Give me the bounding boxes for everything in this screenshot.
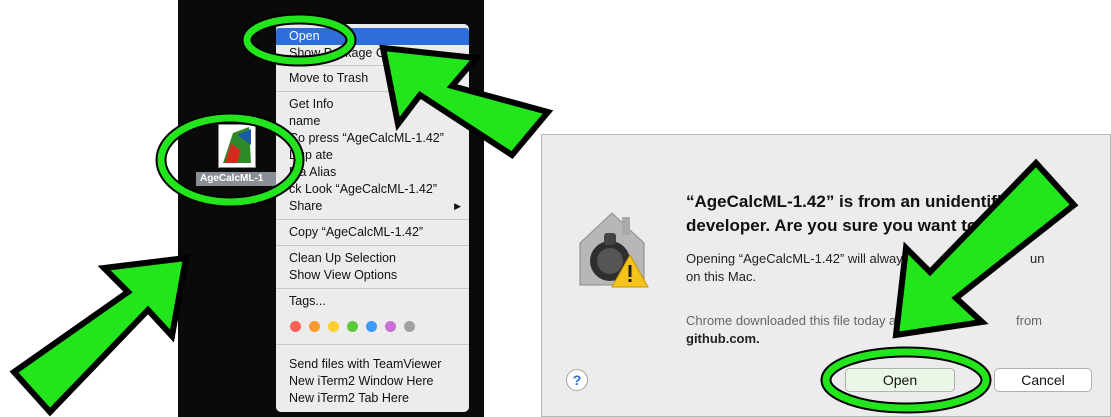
app-icon[interactable]	[218, 124, 256, 168]
pointer-arrow-icon	[9, 254, 190, 417]
tag-color-dot[interactable]	[309, 321, 320, 332]
tag-color-dot[interactable]	[404, 321, 415, 332]
dialog-message-line2: on this Mac.	[686, 269, 757, 284]
menu-item-make-alias[interactable]: Ma Alias	[276, 164, 469, 181]
gatekeeper-warning-icon	[572, 203, 652, 293]
menu-separator	[276, 288, 469, 289]
menu-item-quick-look[interactable]: ck Look “AgeCalcML-1.42”	[276, 181, 469, 198]
menu-item-share[interactable]: Share ▶	[276, 198, 469, 215]
dialog-download-line1-tail: from	[1016, 313, 1042, 328]
dialog-message-line1: Opening “AgeCalcML-1.42” will alway un	[686, 251, 1106, 266]
menu-item-new-iterm2-tab[interactable]: New iTerm2 Tab Here	[276, 390, 469, 407]
menu-item-share-label: Share	[289, 199, 323, 213]
tag-color-dot[interactable]	[290, 321, 301, 332]
tag-color-dot[interactable]	[385, 321, 396, 332]
dialog-download-line1-text: Chrome downloaded this file today a	[686, 313, 897, 328]
menu-separator	[276, 344, 469, 345]
menu-item-compress[interactable]: Co press “AgeCalcML-1.42”	[276, 130, 469, 147]
menu-item-duplicate[interactable]: Dup ate	[276, 147, 469, 164]
cancel-button[interactable]: Cancel	[994, 368, 1092, 392]
dialog-message-line1-text: Opening “AgeCalcML-1.42” will alway	[686, 251, 903, 266]
dialog-download-source: github.com.	[686, 331, 760, 346]
help-button[interactable]: ?	[566, 369, 588, 391]
menu-item-new-iterm2-window[interactable]: New iTerm2 Window Here	[276, 373, 469, 390]
menu-separator	[276, 91, 469, 92]
menu-item-copy[interactable]: Copy “AgeCalcML-1.42”	[276, 224, 469, 241]
menu-item-get-info[interactable]: Get Info	[276, 96, 469, 113]
open-button[interactable]: Open	[845, 368, 955, 392]
menu-item-clean-up-selection[interactable]: Clean Up Selection	[276, 250, 469, 267]
app-file-icon-group[interactable]: AgeCalcML-1	[196, 124, 276, 188]
menu-item-show-package-contents[interactable]: Show Package C	[276, 45, 469, 62]
dialog-title-line2: developer. Are you sure you want to	[686, 216, 978, 235]
menu-item-move-to-trash[interactable]: Move to Trash	[276, 70, 469, 87]
app-file-label: AgeCalcML-1	[196, 172, 276, 186]
submenu-arrow-icon: ▶	[454, 201, 461, 211]
menu-item-open[interactable]: Open	[276, 28, 469, 45]
menu-item-show-view-options[interactable]: Show View Options	[276, 267, 469, 284]
security-alert-dialog: “AgeCalcML-1.42” is from an unidentifi d…	[541, 134, 1111, 417]
menu-separator	[276, 65, 469, 66]
tag-color-dot[interactable]	[366, 321, 377, 332]
dialog-download-line1: Chrome downloaded this file today a from	[686, 313, 1106, 328]
menu-item-rename[interactable]: name	[276, 113, 469, 130]
menu-item-tags[interactable]: Tags...	[276, 293, 469, 310]
menu-item-send-teamviewer[interactable]: Send files with TeamViewer	[276, 356, 469, 373]
dialog-message-line1-tail: un	[1030, 251, 1045, 266]
menu-separator	[276, 219, 469, 220]
dialog-title-line1: “AgeCalcML-1.42” is from an unidentifi	[686, 192, 1002, 211]
menu-separator	[276, 245, 469, 246]
context-menu: Open Show Package C Move to Trash Get In…	[276, 24, 469, 412]
tag-color-dot[interactable]	[347, 321, 358, 332]
tag-color-dot[interactable]	[328, 321, 339, 332]
